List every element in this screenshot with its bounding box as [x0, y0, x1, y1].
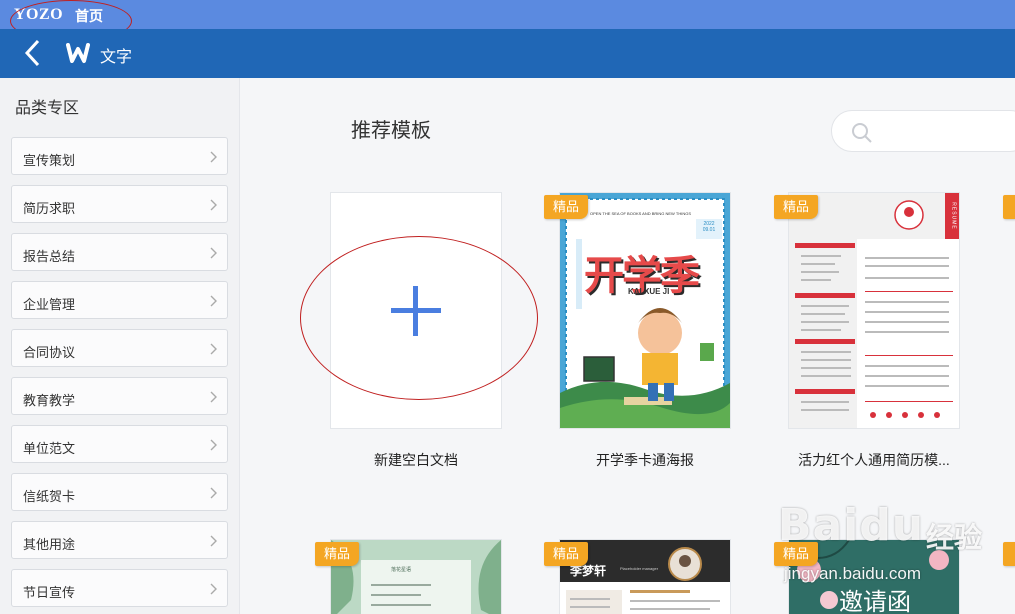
- sidebar-category-item[interactable]: 教育教学: [11, 377, 228, 415]
- sidebar-category-label: 报告总结: [23, 249, 76, 264]
- chevron-right-icon: [210, 583, 217, 595]
- sidebar-category-label: 合同协议: [23, 345, 76, 360]
- letter-heading: 落花星语: [391, 567, 412, 573]
- poster-top-line: OPEN THE SEA OF BOOKS AND BRING NEW THIN…: [590, 211, 691, 216]
- chevron-right-icon: [210, 247, 217, 259]
- annotation-ellipse: [300, 236, 538, 400]
- search-icon: [852, 123, 872, 143]
- template-card-poster[interactable]: OPEN THE SEA OF BOOKS AND BRING NEW THIN…: [560, 193, 730, 428]
- chevron-right-icon: [210, 199, 217, 211]
- sidebar-category-item[interactable]: 其他用途: [11, 521, 228, 559]
- card-caption: 开学季卡通海报: [596, 452, 694, 468]
- resume-side-label: RESUME: [950, 202, 957, 230]
- sidebar-category-item[interactable]: 企业管理: [11, 281, 228, 319]
- chevron-right-icon: [210, 439, 217, 451]
- top-bar: YOZO 首页: [0, 0, 1015, 42]
- chevron-right-icon: [210, 535, 217, 547]
- sidebar-category-label: 宣传策划: [23, 153, 76, 168]
- sidebar-category-label: 企业管理: [23, 297, 76, 312]
- sidebar-category-label: 单位范文: [23, 441, 76, 456]
- sidebar-category-item[interactable]: 简历求职: [11, 185, 228, 223]
- sidebar-category-label: 简历求职: [23, 201, 76, 216]
- cv-subtitle: Placeholder manager: [620, 566, 659, 571]
- premium-badge: 精品: [544, 542, 588, 566]
- sidebar-category-item[interactable]: 信纸贺卡: [11, 473, 228, 511]
- sidebar-category-item[interactable]: 报告总结: [11, 233, 228, 271]
- chevron-right-icon: [210, 391, 217, 403]
- app-title: 文字: [100, 49, 133, 66]
- card-caption: 新建空白文档: [374, 452, 458, 468]
- poster-subtitle: KAI XUE JI: [628, 287, 670, 296]
- template-card-resume[interactable]: RESUME: [789, 193, 959, 428]
- wps-writer-icon: [66, 43, 90, 63]
- sidebar-category-label: 信纸贺卡: [23, 489, 76, 504]
- back-arrow-icon[interactable]: [22, 39, 44, 67]
- sidebar-category-label: 节日宣传: [23, 585, 76, 600]
- sidebar-category-label: 其他用途: [23, 537, 76, 552]
- search-box[interactable]: [831, 110, 1015, 152]
- chevron-right-icon: [210, 151, 217, 163]
- watermark-cn: 经验: [926, 522, 983, 553]
- premium-badge: [1003, 195, 1015, 219]
- card-caption: 活力红个人通用简历模...: [798, 452, 950, 468]
- sidebar-category-label: 教育教学: [23, 393, 76, 408]
- poster-date: 2022 09.01: [702, 221, 716, 233]
- premium-badge: 精品: [315, 542, 359, 566]
- sidebar-category-item[interactable]: 宣传策划: [11, 137, 228, 175]
- premium-badge: 精品: [774, 195, 818, 219]
- chevron-right-icon: [210, 343, 217, 355]
- app-header: 文字: [0, 29, 1015, 78]
- chevron-right-icon: [210, 487, 217, 499]
- category-sidebar: 品类专区 宣传策划简历求职报告总结企业管理合同协议教育教学单位范文信纸贺卡其他用…: [0, 78, 240, 614]
- sidebar-category-item[interactable]: 单位范文: [11, 425, 228, 463]
- premium-badge: 精品: [774, 542, 818, 566]
- premium-badge: [1003, 542, 1015, 566]
- sidebar-category-item[interactable]: 节日宣传: [11, 569, 228, 607]
- sidebar-title: 品类专区: [15, 100, 80, 117]
- sidebar-category-item[interactable]: 合同协议: [11, 329, 228, 367]
- watermark-url: jingyan.baidu.com: [784, 564, 922, 583]
- resume-thumbnail: [789, 193, 959, 428]
- chevron-right-icon: [210, 295, 217, 307]
- section-title: 推荐模板: [351, 120, 431, 142]
- premium-badge: 精品: [544, 195, 588, 219]
